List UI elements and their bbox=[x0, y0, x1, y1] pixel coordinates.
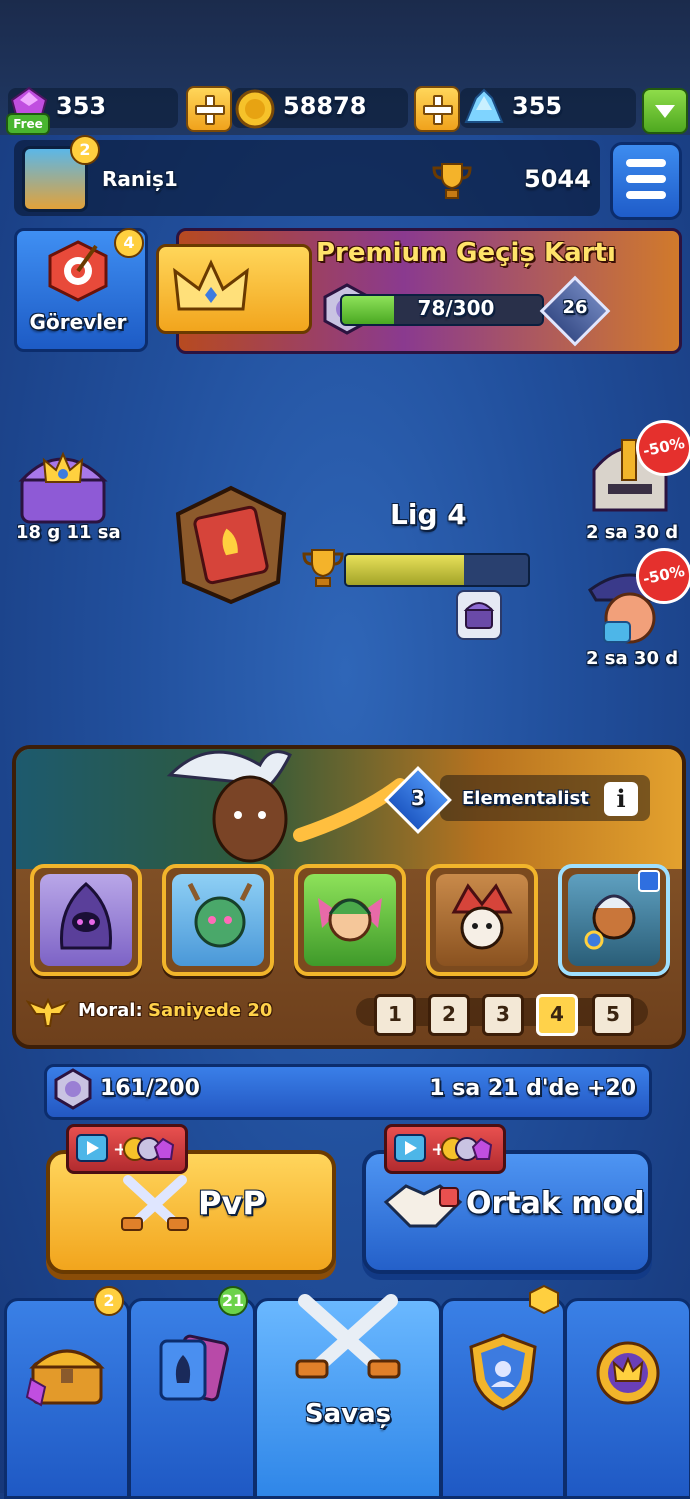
hooded-mage-icon bbox=[60, 882, 112, 950]
pass-level: 26 bbox=[562, 297, 588, 318]
buy-coins-button[interactable] bbox=[186, 86, 232, 132]
target-icon bbox=[48, 240, 108, 302]
free-tag: Free bbox=[6, 113, 50, 135]
energy-value: 161/200 bbox=[100, 1076, 200, 1101]
deck-tab-2[interactable]: 2 bbox=[428, 994, 470, 1036]
pass-progress-text: 78/300 bbox=[417, 296, 495, 320]
eagle-icon bbox=[26, 997, 70, 1027]
laurel-crown-icon bbox=[596, 1341, 660, 1405]
pvp-label: PvP bbox=[198, 1184, 266, 1222]
cards-icon bbox=[159, 1334, 229, 1402]
ad-reward-icon: + bbox=[76, 1134, 175, 1162]
coins-value: 58878 bbox=[283, 92, 367, 120]
shop-badge: 2 bbox=[94, 1286, 124, 1316]
hero-card-5[interactable] bbox=[558, 864, 670, 976]
chevron-down-icon bbox=[655, 105, 675, 118]
deck-tab-1[interactable]: 1 bbox=[374, 994, 416, 1036]
gems-value: 353 bbox=[56, 92, 107, 120]
energy-icon bbox=[54, 1068, 92, 1110]
info-icon[interactable]: i bbox=[604, 782, 638, 816]
trophy-icon bbox=[432, 163, 472, 199]
league-progress-bar bbox=[344, 553, 530, 587]
morale-value: Saniyede 20 bbox=[148, 1000, 273, 1021]
dryad-hero-icon bbox=[187, 882, 253, 948]
buy-crystals-button[interactable] bbox=[414, 86, 460, 132]
clan-notification-icon bbox=[529, 1284, 559, 1314]
talent-name: Elementalist bbox=[462, 788, 589, 809]
hero-card-2[interactable] bbox=[162, 864, 274, 976]
clan-shield-icon bbox=[469, 1333, 537, 1411]
crossed-swords-icon bbox=[121, 1175, 189, 1231]
hero-card-1[interactable] bbox=[30, 864, 142, 976]
deck-tab-4[interactable]: 4 bbox=[536, 994, 578, 1036]
morale-label: Moral: bbox=[78, 1000, 143, 1021]
hero-selected-marker bbox=[638, 870, 660, 892]
ad-reward-icon: + bbox=[394, 1134, 493, 1162]
pvp-reward-chip: + bbox=[66, 1124, 188, 1174]
energy-refill: 1 sa 21 d'de +20 bbox=[429, 1076, 636, 1101]
pass-title: Premium Geçiș Kartı bbox=[316, 238, 616, 268]
league-trophy-icon bbox=[302, 549, 344, 587]
trophy-count: 5044 bbox=[524, 165, 591, 193]
coop-label: Ortak mod bbox=[466, 1186, 645, 1221]
deck-tab-3[interactable]: 3 bbox=[482, 994, 524, 1036]
talent-level: 3 bbox=[411, 786, 425, 810]
coop-reward-chip: + bbox=[384, 1124, 506, 1174]
hero-card-4[interactable] bbox=[426, 864, 538, 976]
league-book-icon[interactable] bbox=[172, 484, 290, 606]
season-chest-icon[interactable] bbox=[12, 432, 114, 528]
missions-label: Görevler bbox=[29, 310, 127, 334]
chest-timer: 18 g 11 sa bbox=[16, 522, 121, 543]
league-reward-chest[interactable] bbox=[456, 590, 502, 640]
reward-chest-icon bbox=[463, 602, 495, 629]
offer2-timer: 2 sa 30 d bbox=[586, 648, 679, 669]
cards-badge: 21 bbox=[218, 1286, 248, 1316]
nav-tab-events[interactable] bbox=[564, 1298, 690, 1499]
main-menu-button[interactable] bbox=[610, 142, 682, 220]
nav-tab-shop[interactable] bbox=[4, 1298, 130, 1499]
crystal-icon bbox=[464, 88, 504, 123]
missions-badge: 4 bbox=[114, 228, 144, 258]
battle-label: Savaș bbox=[304, 1399, 392, 1429]
nav-tab-clan[interactable] bbox=[440, 1298, 566, 1499]
treasure-chest-icon bbox=[25, 1349, 105, 1407]
hero-card-3[interactable] bbox=[294, 864, 406, 976]
expand-button[interactable] bbox=[642, 88, 688, 134]
handshake-icon bbox=[383, 1184, 463, 1228]
league-title: Lig 4 bbox=[390, 498, 467, 531]
offer1-timer: 2 sa 30 d bbox=[586, 522, 679, 543]
nav-tab-cards[interactable] bbox=[128, 1298, 256, 1499]
pass-ticket bbox=[156, 244, 312, 334]
fairy-hero-icon bbox=[318, 898, 382, 942]
battle-swords-icon bbox=[295, 1294, 401, 1379]
crown-icon bbox=[173, 259, 249, 311]
nav-tab-battle[interactable]: Savaș bbox=[254, 1294, 442, 1499]
deck-tab-5[interactable]: 5 bbox=[592, 994, 634, 1036]
crystals-value: 355 bbox=[512, 92, 563, 120]
hero-elementalist-portrait bbox=[166, 750, 407, 863]
player-level-badge: 2 bbox=[70, 135, 100, 165]
player-name: Raniș1 bbox=[102, 167, 178, 191]
jester-hero-icon bbox=[451, 883, 513, 950]
coin-icon bbox=[235, 89, 275, 129]
